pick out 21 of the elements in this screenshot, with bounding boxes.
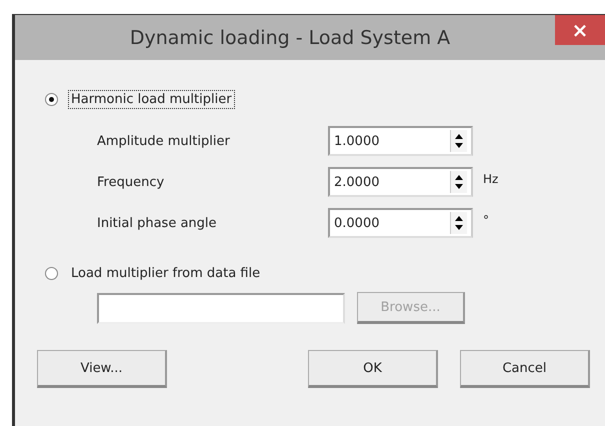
spin-box[interactable]: 2.0000 — [328, 167, 473, 197]
radio-label[interactable]: Harmonic load multiplier — [68, 90, 235, 108]
close-button[interactable]: × — [555, 15, 605, 45]
cancel-button[interactable]: Cancel — [460, 350, 590, 388]
field-label: Amplitude multiplier — [97, 134, 231, 148]
file-path-field[interactable] — [97, 292, 345, 324]
spin-box[interactable]: 1.0000 — [328, 126, 473, 156]
window-title: Dynamic loading - Load System A — [130, 26, 450, 48]
ok-button[interactable]: OK — [308, 350, 438, 388]
spinner-arrows-icon[interactable] — [450, 130, 467, 152]
unit-label: Hz — [482, 171, 500, 186]
spinner-arrows-icon[interactable] — [450, 171, 467, 193]
view-button[interactable]: View... — [37, 350, 167, 388]
radio-button[interactable] — [45, 266, 58, 280]
radio-label[interactable]: Load multiplier from data file — [68, 264, 264, 282]
field-label: Initial phase angle — [97, 216, 218, 230]
spin-box[interactable]: 0.0000 — [328, 208, 473, 238]
unit-label: ° — [482, 212, 490, 227]
radio-button[interactable] — [45, 92, 58, 106]
field-label: Frequency — [97, 174, 166, 190]
spinner-arrows-icon[interactable] — [450, 212, 467, 234]
